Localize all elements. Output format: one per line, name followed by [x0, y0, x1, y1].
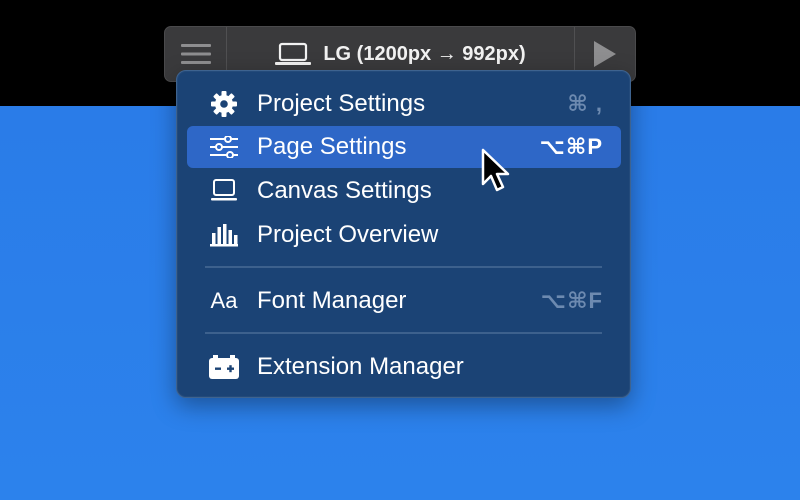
menu-item-extension-manager[interactable]: Extension Manager: [187, 346, 621, 388]
bar-chart-icon: [207, 220, 241, 250]
gear-icon: [207, 89, 241, 119]
menu-item-label: Canvas Settings: [257, 177, 432, 204]
sliders-icon: [207, 132, 241, 162]
menu-item-canvas-settings[interactable]: Canvas Settings: [187, 170, 621, 212]
extension-icon: [207, 352, 241, 382]
monitor-icon: [207, 176, 241, 206]
menu-item-project-settings[interactable]: Project Settings ⌘ ,: [187, 83, 621, 125]
play-icon: [594, 41, 616, 67]
menu-item-label: Project Settings: [257, 90, 426, 117]
menu-item-label: Extension Manager: [257, 353, 464, 380]
menu-item-shortcut: ⌥⌘P: [539, 134, 603, 159]
menu-item-label: Page Settings: [257, 133, 407, 160]
menu-item-label: Font Manager: [257, 287, 407, 314]
menu-item-font-manager[interactable]: Aa Font Manager ⌥⌘F: [187, 280, 621, 322]
menu-separator: [205, 332, 602, 334]
menu-separator: [205, 266, 602, 268]
menu-item-label: Project Overview: [257, 221, 439, 248]
breakpoint-label: LG (1200px → 992px): [323, 42, 526, 65]
menu-item-project-overview[interactable]: Project Overview: [187, 214, 621, 256]
font-icon: Aa: [210, 288, 238, 313]
mouse-cursor-icon: [481, 148, 510, 192]
laptop-icon: [275, 42, 312, 65]
settings-menu: Project Settings ⌘ , Page Settings ⌥⌘P C…: [176, 70, 631, 398]
menu-item-shortcut: ⌥⌘F: [540, 288, 603, 313]
menu-item-shortcut: ⌘ ,: [567, 91, 603, 116]
menu-item-page-settings[interactable]: Page Settings ⌥⌘P: [187, 126, 621, 168]
hamburger-icon: [180, 44, 211, 64]
